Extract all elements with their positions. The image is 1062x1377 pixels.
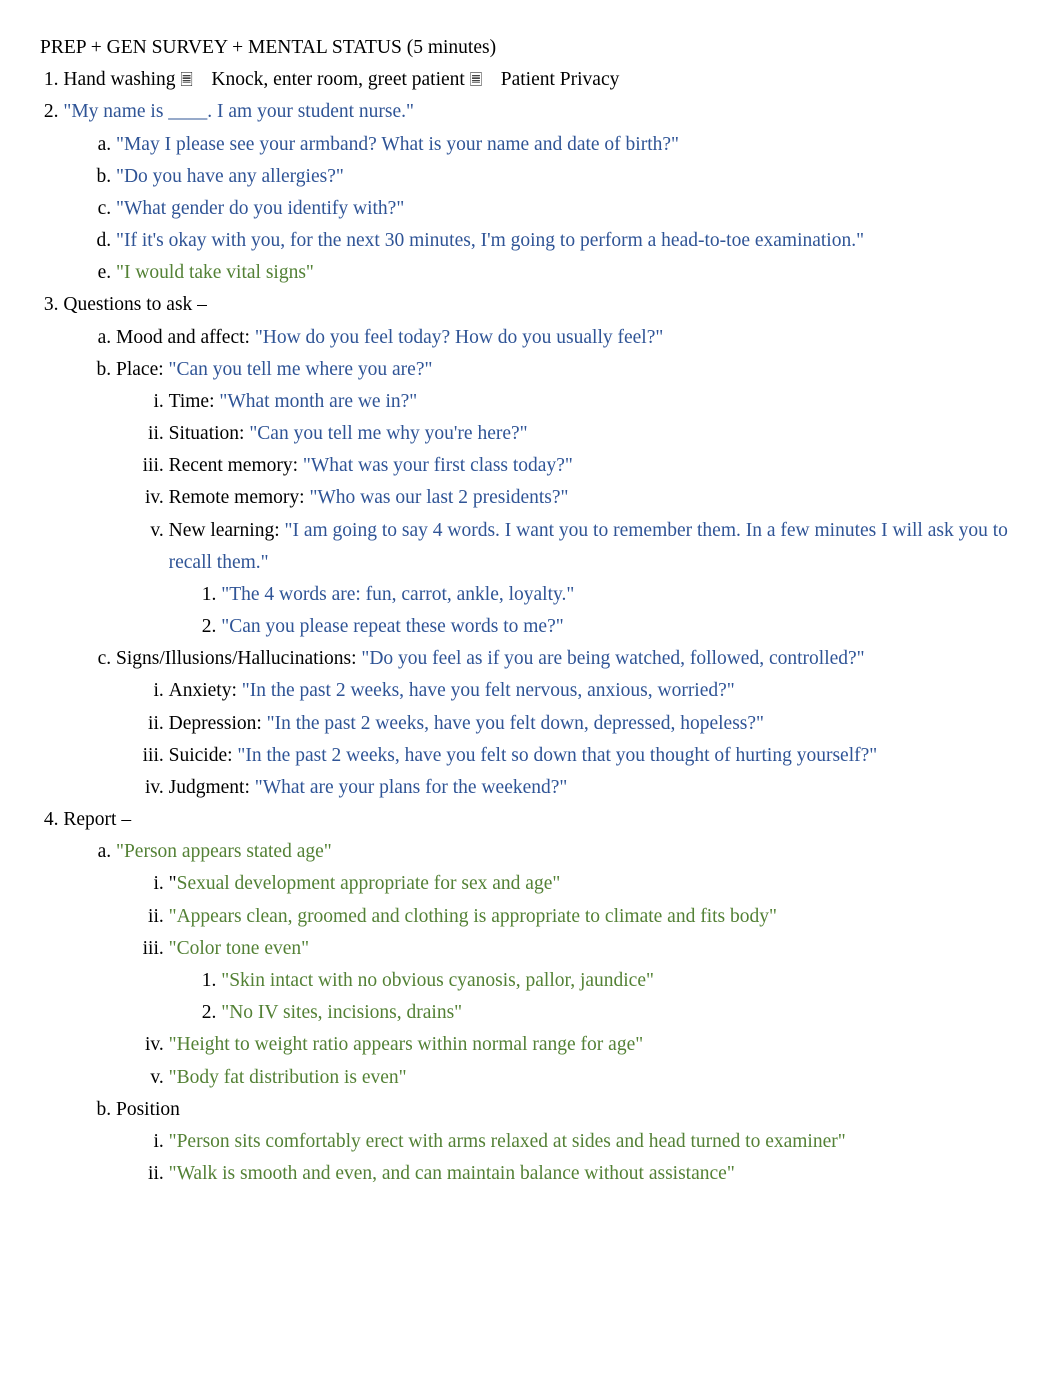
step4-b-ii: "Walk is smooth and even, and can mainta… bbox=[169, 1158, 1022, 1190]
step3-b-iv-label: Remote memory: bbox=[169, 487, 310, 508]
step2-b: "Do you have any allergies?" bbox=[116, 161, 1022, 193]
step3-b-ii: Situation: "Can you tell me why you're h… bbox=[169, 418, 1022, 450]
step2-a: "May I please see your armband? What is … bbox=[116, 129, 1022, 161]
step1-knock: Knock, enter room, greet patient bbox=[211, 69, 464, 90]
step-2: "My name is ____. I am your student nurs… bbox=[63, 96, 1022, 289]
step3-c-label: Signs/Illusions/Hallucinations: bbox=[116, 648, 361, 669]
step3-b-ii-label: Situation: bbox=[169, 423, 250, 444]
step3-b-v-text: "I am going to say 4 words. I want you t… bbox=[169, 520, 1008, 573]
step3-a-text: "How do you feel today? How do you usual… bbox=[255, 327, 664, 348]
step4-sub: "Person appears stated age" "Sexual deve… bbox=[63, 836, 1022, 1190]
step3-b-v-label: New learning: bbox=[169, 520, 285, 541]
step4-b-ii-text: "Walk is smooth and even, and can mainta… bbox=[169, 1163, 735, 1184]
step3-c-iii-label: Suicide: bbox=[169, 745, 238, 766]
step3-c: Signs/Illusions/Hallucinations: "Do you … bbox=[116, 643, 1022, 804]
step3-c-iv: Judgment: "What are your plans for the w… bbox=[169, 772, 1022, 804]
step4-a-iii: "Color tone even" "Skin intact with no o… bbox=[169, 933, 1022, 1030]
step3-b-label: Place: bbox=[116, 359, 169, 380]
step3-c-iii-text: "In the past 2 weeks, have you felt so d… bbox=[237, 745, 877, 766]
step4-a-i: "Sexual development appropriate for sex … bbox=[169, 868, 1022, 900]
page-title: PREP + GEN SURVEY + MENTAL STATUS (5 min… bbox=[40, 32, 1022, 64]
step4-intro: Report – bbox=[63, 809, 131, 830]
step2-c-text: "What gender do you identify with?" bbox=[116, 198, 404, 219]
step4-a-text: "Person appears stated age" bbox=[116, 841, 332, 862]
step4-b-i-text: "Person sits comfortably erect with arms… bbox=[169, 1131, 846, 1152]
step3-b-v-2: "Can you please repeat these words to me… bbox=[221, 611, 1022, 643]
step2-intro: "My name is ____. I am your student nurs… bbox=[63, 101, 414, 122]
step3-b-i-label: Time: bbox=[169, 391, 220, 412]
step4-a-iii-2: "No IV sites, incisions, drains" bbox=[221, 997, 1022, 1029]
step3-b-v-2-text: "Can you please repeat these words to me… bbox=[221, 616, 563, 637]
step3-c-ii-text: "In the past 2 weeks, have you felt down… bbox=[267, 713, 764, 734]
step3-b-v-sub: "The 4 words are: fun, carrot, ankle, lo… bbox=[169, 579, 1022, 643]
step3-c-ii-label: Depression: bbox=[169, 713, 267, 734]
square-icon: 🗏 bbox=[470, 72, 486, 89]
step4-b-i: "Person sits comfortably erect with arms… bbox=[169, 1126, 1022, 1158]
step4-a: "Person appears stated age" "Sexual deve… bbox=[116, 836, 1022, 1093]
document-root: PREP + GEN SURVEY + MENTAL STATUS (5 min… bbox=[40, 32, 1022, 1190]
step3-c-i-text: "In the past 2 weeks, have you felt nerv… bbox=[242, 680, 735, 701]
step4-b-label: Position bbox=[116, 1099, 180, 1120]
step2-c: "What gender do you identify with?" bbox=[116, 193, 1022, 225]
step3-b-v: New learning: "I am going to say 4 words… bbox=[169, 515, 1022, 644]
step2-d: "If it's okay with you, for the next 30 … bbox=[116, 225, 1022, 257]
step3-c-ii: Depression: "In the past 2 weeks, have y… bbox=[169, 708, 1022, 740]
step3-b-v-1-text: "The 4 words are: fun, carrot, ankle, lo… bbox=[221, 584, 574, 605]
step4-a-iv: "Height to weight ratio appears within n… bbox=[169, 1029, 1022, 1061]
step4-a-v: "Body fat distribution is even" bbox=[169, 1062, 1022, 1094]
step4-a-iii-1: "Skin intact with no obvious cyanosis, p… bbox=[221, 965, 1022, 997]
step4-a-i-quote: " bbox=[169, 873, 177, 894]
step3-b-v-1: "The 4 words are: fun, carrot, ankle, lo… bbox=[221, 579, 1022, 611]
step4-a-iv-text: "Height to weight ratio appears within n… bbox=[169, 1034, 644, 1055]
step4-b: Position "Person sits comfortably erect … bbox=[116, 1094, 1022, 1191]
step4-a-iii-text: "Color tone even" bbox=[169, 938, 309, 959]
step3-b-iv-text: "Who was our last 2 presidents?" bbox=[309, 487, 568, 508]
step3-c-text: "Do you feel as if you are being watched… bbox=[361, 648, 864, 669]
step3-c-iii: Suicide: "In the past 2 weeks, have you … bbox=[169, 740, 1022, 772]
step3-c-iv-text: "What are your plans for the weekend?" bbox=[255, 777, 568, 798]
step4-b-sub: "Person sits comfortably erect with arms… bbox=[116, 1126, 1022, 1190]
square-icon: 🗏 bbox=[180, 72, 196, 89]
step3-b-sub: Time: "What month are we in?" Situation:… bbox=[116, 386, 1022, 643]
step3-b-i-text: "What month are we in?" bbox=[219, 391, 417, 412]
step3-b-ii-text: "Can you tell me why you're here?" bbox=[249, 423, 527, 444]
outline-root: Hand washing 🗏 Knock, enter room, greet … bbox=[40, 64, 1022, 1190]
step3-b-text: "Can you tell me where you are?" bbox=[169, 359, 433, 380]
step3-b: Place: "Can you tell me where you are?" … bbox=[116, 354, 1022, 644]
step2-e-text: "I would take vital signs" bbox=[116, 262, 314, 283]
step4-a-iii-1-text: "Skin intact with no obvious cyanosis, p… bbox=[221, 970, 654, 991]
step1-privacy: Patient Privacy bbox=[501, 69, 620, 90]
step1-hand-washing: Hand washing bbox=[63, 69, 175, 90]
step4-a-i-text: Sexual development appropriate for sex a… bbox=[177, 873, 561, 894]
step3-b-iii-label: Recent memory: bbox=[169, 455, 303, 476]
step3-b-iii-text: "What was your first class today?" bbox=[303, 455, 573, 476]
step4-a-ii-text: "Appears clean, groomed and clothing is … bbox=[169, 906, 777, 927]
step3-a: Mood and affect: "How do you feel today?… bbox=[116, 322, 1022, 354]
step4-a-iii-sub: "Skin intact with no obvious cyanosis, p… bbox=[169, 965, 1022, 1029]
step2-a-text: "May I please see your armband? What is … bbox=[116, 134, 679, 155]
step3-intro: Questions to ask – bbox=[63, 294, 207, 315]
step-4: Report – "Person appears stated age" "Se… bbox=[63, 804, 1022, 1190]
step2-d-text: "If it's okay with you, for the next 30 … bbox=[116, 230, 864, 251]
step3-a-label: Mood and affect: bbox=[116, 327, 255, 348]
step4-a-v-text: "Body fat distribution is even" bbox=[169, 1067, 407, 1088]
step3-c-iv-label: Judgment: bbox=[169, 777, 255, 798]
step3-sub: Mood and affect: "How do you feel today?… bbox=[63, 322, 1022, 805]
step3-c-i-label: Anxiety: bbox=[169, 680, 242, 701]
step4-a-iii-2-text: "No IV sites, incisions, drains" bbox=[221, 1002, 462, 1023]
step4-a-ii: "Appears clean, groomed and clothing is … bbox=[169, 901, 1022, 933]
step3-b-i: Time: "What month are we in?" bbox=[169, 386, 1022, 418]
step3-b-iii: Recent memory: "What was your first clas… bbox=[169, 450, 1022, 482]
step-3: Questions to ask – Mood and affect: "How… bbox=[63, 289, 1022, 804]
step2-sub: "May I please see your armband? What is … bbox=[63, 129, 1022, 290]
step3-c-sub: Anxiety: "In the past 2 weeks, have you … bbox=[116, 675, 1022, 804]
step-1: Hand washing 🗏 Knock, enter room, greet … bbox=[63, 64, 1022, 96]
step3-b-iv: Remote memory: "Who was our last 2 presi… bbox=[169, 482, 1022, 514]
step3-c-i: Anxiety: "In the past 2 weeks, have you … bbox=[169, 675, 1022, 707]
step2-e: "I would take vital signs" bbox=[116, 257, 1022, 289]
step2-b-text: "Do you have any allergies?" bbox=[116, 166, 344, 187]
step4-a-sub: "Sexual development appropriate for sex … bbox=[116, 868, 1022, 1093]
